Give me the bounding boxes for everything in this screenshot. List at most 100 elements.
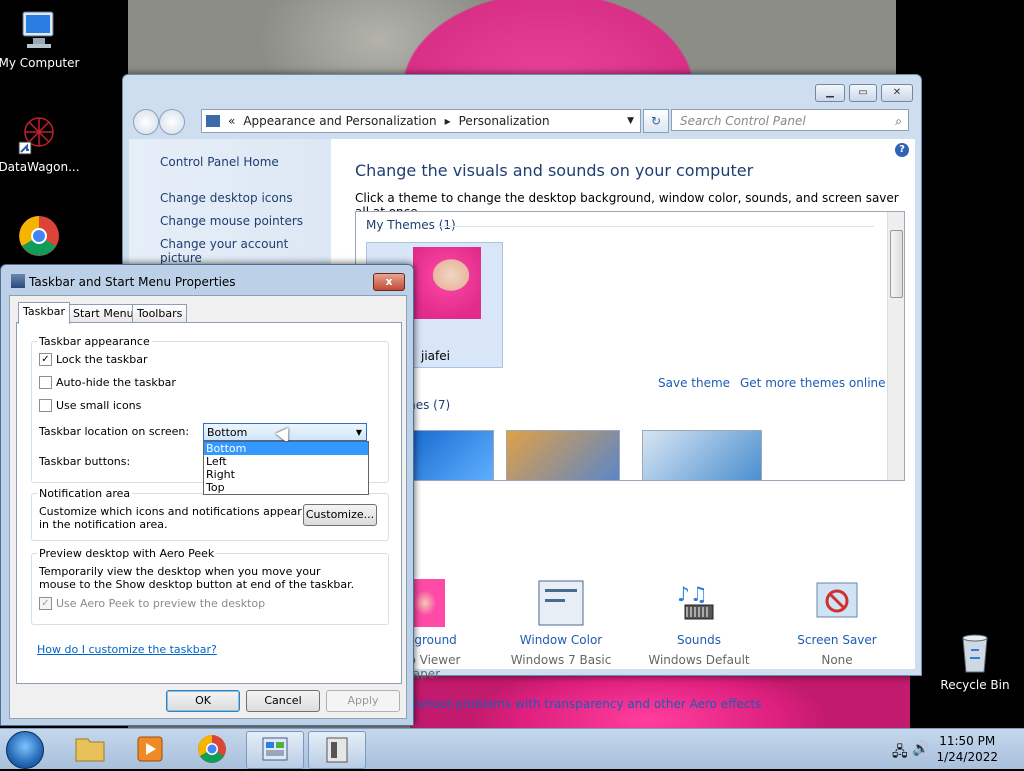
theme-architecture-thumbnail[interactable] [506,430,620,480]
theme-characters-thumbnail[interactable] [642,430,762,480]
desktop-icon-label: DataWagon... [0,160,80,174]
address-bar[interactable]: « Appearance and Personalization ▸ Perso… [201,109,641,133]
sounds-title: Sounds [676,633,722,647]
option-right[interactable]: Right [204,468,368,481]
customize-button[interactable]: Customize... [303,504,377,526]
theme-thumbnail [413,247,481,319]
my-themes-label: My Themes (1) [366,218,456,232]
system-tray: 🖧 🔊 11:50 PM 1/24/2022 [884,729,1024,769]
theme-windows7-thumbnail[interactable] [412,430,494,480]
recycle-bin-icon [953,630,997,674]
option-left[interactable]: Left [204,455,368,468]
tab-taskbar[interactable]: Taskbar [18,302,70,324]
troubleshoot-aero-link[interactable]: eshoot problems with transparency and ot… [411,697,761,711]
chevron-right-icon: ▸ [444,114,451,128]
taskbar-buttons-label: Taskbar buttons: [39,455,131,468]
clock-time: 11:50 PM [939,734,996,748]
scrollbar-thumb[interactable] [890,230,903,298]
screen-saver-title: Screen Saver [797,633,877,647]
page-heading: Change the visuals and sounds on your co… [355,161,754,180]
link-change-mouse-pointers[interactable]: Change mouse pointers [160,214,303,228]
help-icon[interactable]: ? [895,143,909,157]
aero-peek-checkbox[interactable]: ✓ Use Aero Peek to preview the desktop [39,597,265,610]
refresh-icon[interactable]: ↻ [643,109,669,133]
ok-button[interactable]: OK [166,690,240,712]
chrome-shortcut-icon [17,214,61,258]
taskbar-properties-icon [11,274,25,288]
navigation-bar: « Appearance and Personalization ▸ Perso… [131,109,913,135]
autohide-checkbox[interactable]: Auto-hide the taskbar [39,376,176,389]
screen-saver-icon [813,579,861,627]
link-change-account-picture[interactable]: Change your account picture [160,237,331,265]
apply-button[interactable]: Apply [326,690,400,712]
search-placeholder: Search Control Panel [680,114,806,128]
screen-saver-item[interactable]: Screen Saver None [777,579,897,667]
location-dropdown-list[interactable]: Bottom Left Right Top [203,441,369,495]
window-color-item[interactable]: Window Color Windows 7 Basic [501,579,621,667]
link-control-panel-home[interactable]: Control Panel Home [160,155,279,169]
search-icon[interactable]: ⌕ [895,110,902,132]
network-icon[interactable]: 🖧 [892,741,908,765]
breadcrumb-appearance[interactable]: Appearance and Personalization [243,114,436,128]
desktop-icon-label: Recycle Bin [940,678,1010,692]
taskbar-media-player[interactable] [122,731,178,767]
minimize-button[interactable]: ▁ [815,84,845,102]
tab-start-menu[interactable]: Start Menu [68,304,139,323]
save-theme-link[interactable]: Save theme [658,376,730,390]
maximize-button[interactable]: ▭ [849,84,877,102]
get-more-themes-link[interactable]: Get more themes online [740,376,886,390]
tab-toolbars[interactable]: Toolbars [132,304,188,323]
themes-scrollbar[interactable] [887,212,904,480]
small-icons-checkbox[interactable]: Use small icons [39,399,141,412]
appearance-group-label: Taskbar appearance [37,335,152,348]
volume-icon[interactable]: 🔊 [912,741,929,757]
breadcrumb-personalization[interactable]: Personalization [459,114,550,128]
desktop-icon-label: My Computer [0,56,80,70]
help-link[interactable]: How do I customize the taskbar? [37,643,217,656]
taskbar-properties-icon [326,737,348,763]
divider [438,226,874,227]
screen-saver-subtitle: None [821,653,853,667]
address-dropdown-icon[interactable]: ▼ [627,116,634,126]
taskbar-properties-window[interactable] [308,731,366,769]
media-player-icon [137,736,163,762]
theme-name: jiafei [421,349,450,363]
taskbar-chrome[interactable] [184,731,240,767]
small-icons-label: Use small icons [56,399,142,412]
close-button[interactable]: ✕ [881,84,913,102]
window-titlebar[interactable]: ▁ ▭ ✕ [123,75,921,105]
aero-peek-text: Temporarily view the desktop when you mo… [39,565,355,591]
desktop-icon-chrome[interactable] [0,214,84,262]
start-button[interactable] [6,731,44,769]
main-content: ? Change the visuals and sounds on your … [331,139,915,711]
taskbar-control-panel[interactable] [246,731,304,769]
forward-button[interactable] [159,109,185,135]
checkmark-icon: ✓ [39,353,52,366]
svg-text:♪♫: ♪♫ [677,582,708,606]
back-button[interactable] [133,109,159,135]
aero-peek-group-label: Preview desktop with Aero Peek [37,547,217,560]
control-panel-icon [206,115,220,127]
checkmark-icon: ✓ [39,597,52,610]
sounds-item[interactable]: ♪♫ Sounds Windows Default [639,579,759,667]
search-input[interactable]: Search Control Panel ⌕ [671,109,909,131]
cancel-button[interactable]: Cancel [246,690,320,712]
chevron-down-icon: ▼ [355,428,362,437]
option-bottom[interactable]: Bottom [204,442,368,455]
address-prefix: « [228,114,236,128]
option-top[interactable]: Top [204,481,368,494]
taskbar-properties-dialog: Taskbar and Start Menu Properties x Task… [0,264,414,726]
taskbar-explorer[interactable] [62,731,118,767]
desktop-icon-my-computer[interactable]: My Computer [0,8,84,70]
datawagon-icon [17,112,61,156]
chrome-icon [198,735,226,763]
desktop-icon-recycle-bin[interactable]: Recycle Bin [930,630,1020,692]
dialog-close-button[interactable]: x [373,273,405,291]
desktop-icon-datawagon[interactable]: DataWagon... [0,112,84,174]
themes-list[interactable]: My Themes (1) jiafei Save theme Get more… [355,211,905,481]
sounds-subtitle: Windows Default [648,653,750,667]
link-change-desktop-icons[interactable]: Change desktop icons [160,191,293,205]
clock[interactable]: 11:50 PM 1/24/2022 [936,733,998,765]
aero-peek-checkbox-label: Use Aero Peek to preview the desktop [56,597,266,610]
lock-taskbar-checkbox[interactable]: ✓ Lock the taskbar [39,353,148,366]
